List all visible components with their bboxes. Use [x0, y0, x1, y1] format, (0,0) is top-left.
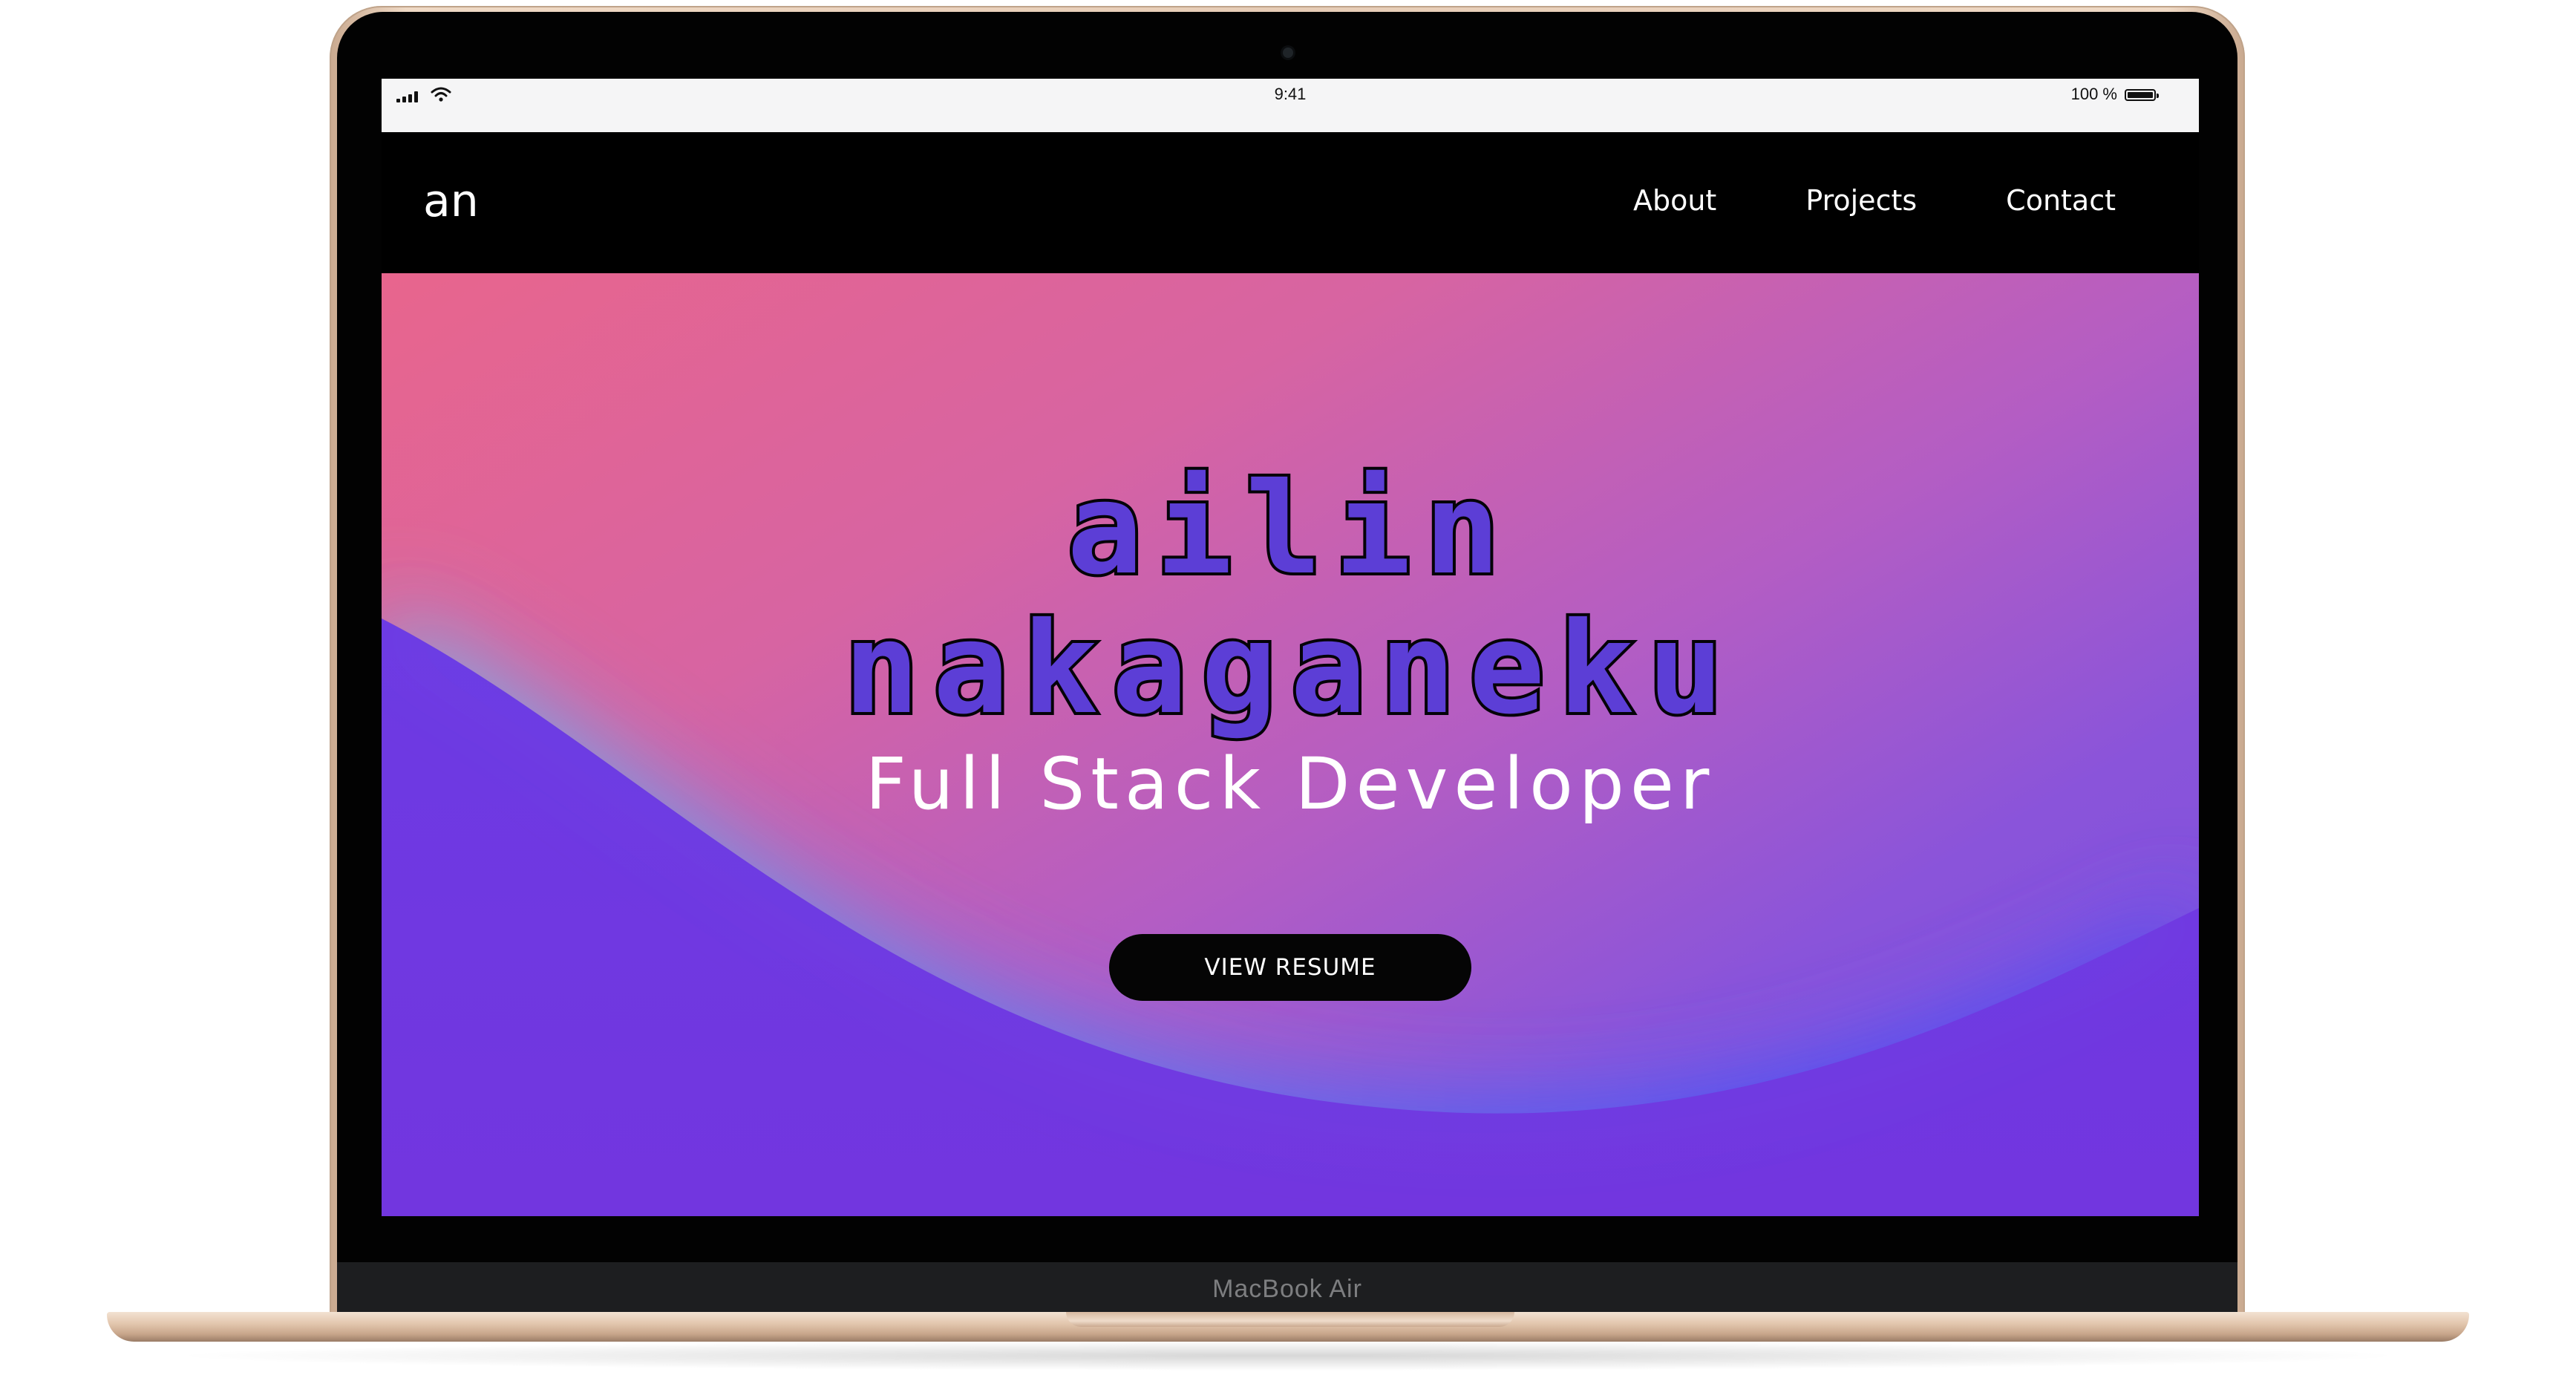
battery-icon: [2125, 89, 2159, 101]
hero-subtitle: Full Stack Developer: [865, 742, 1716, 826]
view-resume-button[interactable]: VIEW RESUME: [1109, 934, 1471, 1001]
site-logo[interactable]: an: [423, 175, 479, 227]
battery-percent: 100 %: [2070, 85, 2117, 103]
laptop-shadow: [163, 1341, 2413, 1371]
nav-link-about[interactable]: About: [1633, 178, 1716, 223]
nav-link-projects[interactable]: Projects: [1805, 178, 1917, 223]
nav-link-contact[interactable]: Contact: [2006, 178, 2116, 223]
camera-icon: [1283, 48, 1293, 58]
hero-name-line1: ailin: [1064, 456, 1514, 603]
nav-links: About Projects Contact: [1544, 178, 2116, 223]
browser-viewport: 9:41 100 % an About Projects Contact ail…: [382, 79, 2199, 1216]
status-bar: 9:41 100 %: [382, 79, 2199, 132]
mockup-stage: 9:41 100 % an About Projects Contact ail…: [0, 0, 2576, 1381]
hero-name-line2: nakaganeku: [840, 595, 1737, 742]
laptop-hinge-notch: [1066, 1312, 1514, 1327]
status-time: 9:41: [1274, 85, 1307, 103]
device-model-label: MacBook Air: [1212, 1275, 1362, 1303]
hero-section: ailin nakaganeku Full Stack Developer VI…: [382, 273, 2199, 1216]
site-navbar: an About Projects Contact: [382, 132, 2199, 273]
